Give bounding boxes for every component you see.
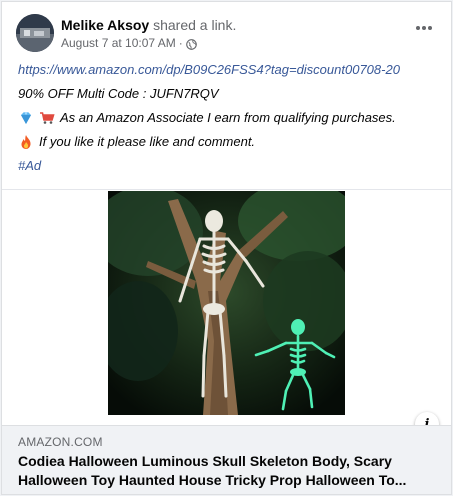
hashtag-link[interactable]: #Ad (18, 154, 41, 178)
post-meta: August 7 at 10:07 AM · (61, 35, 197, 51)
shared-action: shared a link. (153, 17, 237, 33)
gem-icon (18, 110, 34, 126)
shopping-cart-icon (39, 110, 55, 126)
post-url-link[interactable]: https://www.amazon.com/dp/B09C26FSS4?tag… (18, 58, 400, 82)
link-title-line-2: Halloween Toy Haunted House Tricky Prop … (18, 472, 407, 488)
link-title[interactable]: Codiea Halloween Luminous Skull Skeleton… (18, 452, 431, 490)
globe-icon[interactable] (185, 38, 197, 50)
link-preview[interactable]: AMAZON.COM Codiea Halloween Luminous Sku… (2, 425, 451, 494)
discount-code-text: 90% OFF Multi Code : JUFN7RQV (18, 86, 219, 101)
post-timestamp[interactable]: August 7 at 10:07 AM (61, 35, 176, 51)
link-image-area[interactable]: i (2, 189, 451, 436)
post-header: Melike Aksoy shared a link. August 7 at … (16, 14, 437, 54)
more-options-button[interactable] (411, 18, 437, 38)
meta-separator: · (178, 36, 183, 50)
link-domain: AMAZON.COM (18, 435, 103, 449)
associate-disclosure-text: As an Amazon Associate I earn from quali… (60, 110, 396, 125)
author-name[interactable]: Melike Aksoy (61, 17, 149, 33)
post-body: https://www.amazon.com/dp/B09C26FSS4?tag… (18, 58, 441, 178)
post-card: Melike Aksoy shared a link. August 7 at … (1, 1, 452, 495)
link-title-line-1: Codiea Halloween Luminous Skull Skeleton… (18, 453, 392, 469)
fire-icon (18, 134, 34, 150)
product-photo[interactable] (108, 191, 345, 415)
author-line: Melike Aksoy shared a link. (61, 16, 236, 34)
more-horizontal-icon (416, 26, 432, 30)
like-comment-text: If you like it please like and comment. (39, 134, 256, 149)
avatar[interactable] (16, 14, 54, 52)
